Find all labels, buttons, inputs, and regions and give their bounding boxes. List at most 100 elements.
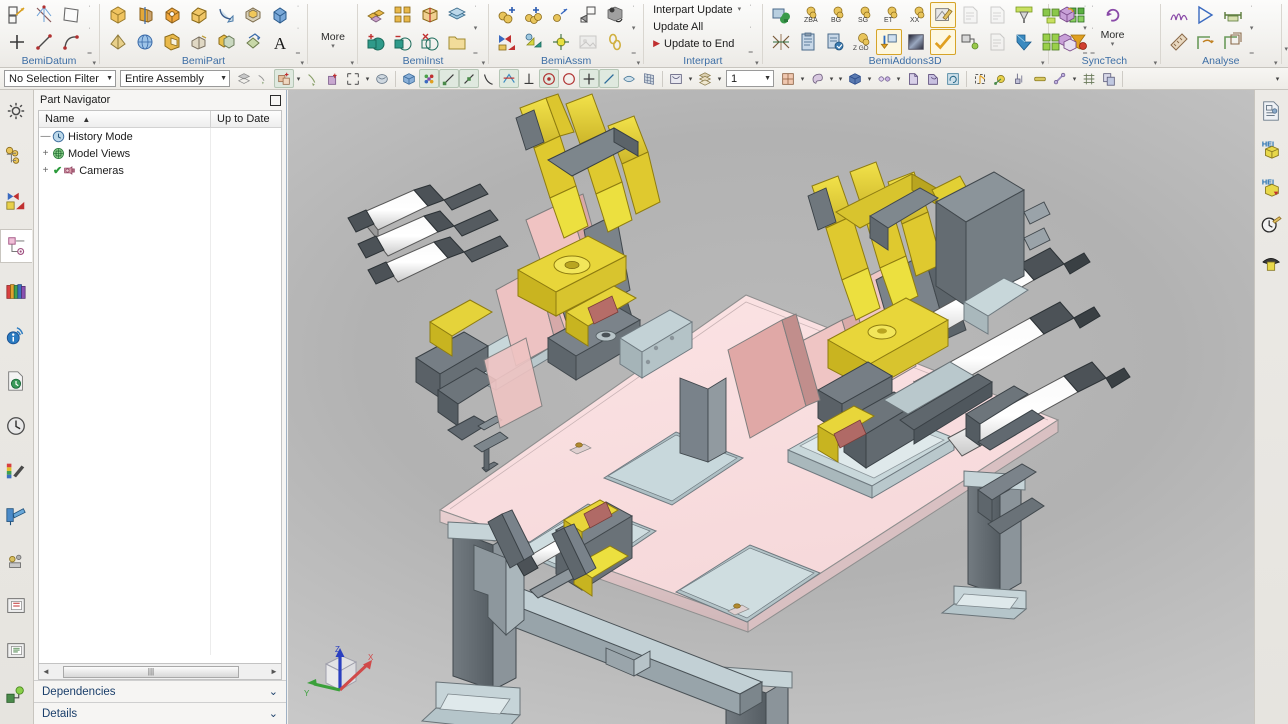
drawing-sheet-icon[interactable] bbox=[1255, 94, 1287, 128]
snap-circle-icon[interactable] bbox=[559, 69, 579, 88]
layer-grid-icon[interactable] bbox=[778, 69, 798, 88]
bemiassm-dialog-launcher[interactable]: ▾ bbox=[637, 59, 641, 67]
draft-icon[interactable] bbox=[186, 29, 212, 55]
render-style-icon[interactable] bbox=[372, 69, 392, 88]
taper-icon[interactable] bbox=[105, 29, 131, 55]
tree-horizontal-scrollbar[interactable]: ◄ ||| ► bbox=[38, 664, 282, 680]
table-row-empty[interactable] bbox=[39, 536, 281, 553]
interpart-update-command[interactable]: Interpart Update ▾ bbox=[649, 1, 745, 18]
table-row-empty[interactable] bbox=[39, 553, 281, 570]
chevron-down-icon[interactable]: ▾ bbox=[798, 75, 807, 83]
offset-solid-icon[interactable] bbox=[240, 29, 266, 55]
constraint-icon[interactable] bbox=[548, 29, 574, 55]
block-icon[interactable] bbox=[159, 2, 185, 28]
interpart-overflow[interactable]: · · bbox=[745, 1, 756, 53]
replace-component-icon[interactable] bbox=[602, 2, 628, 28]
bemiinst-dialog-launcher[interactable]: ▾ bbox=[482, 59, 486, 67]
folder-icon[interactable] bbox=[444, 29, 470, 55]
table-row-empty[interactable] bbox=[39, 247, 281, 264]
sphere-mesh-icon[interactable] bbox=[132, 29, 158, 55]
rotate-view-icon[interactable] bbox=[923, 69, 943, 88]
bemiaddons3d-dialog-launcher[interactable]: ▾ bbox=[1041, 59, 1045, 67]
text-icon[interactable]: A bbox=[267, 29, 293, 55]
table-row-empty[interactable] bbox=[39, 417, 281, 434]
bemiinst-overflow[interactable]: · ▾ bbox=[470, 2, 481, 54]
table-row-empty[interactable] bbox=[39, 315, 281, 332]
shell-icon[interactable] bbox=[240, 2, 266, 28]
tree-expander[interactable]: + bbox=[39, 148, 52, 159]
instance-array-icon[interactable] bbox=[363, 2, 389, 28]
system-settings-icon[interactable] bbox=[0, 94, 32, 128]
mirror-window-icon[interactable] bbox=[494, 29, 520, 55]
clipboard-icon[interactable] bbox=[795, 29, 821, 55]
select-window-icon[interactable] bbox=[343, 69, 363, 88]
check-mark-icon[interactable] bbox=[929, 29, 956, 55]
datum-point-icon[interactable] bbox=[4, 29, 30, 55]
pocket-icon[interactable] bbox=[159, 29, 185, 55]
sweep-icon[interactable] bbox=[213, 2, 239, 28]
cube-icon[interactable] bbox=[267, 2, 293, 28]
layers-icon[interactable] bbox=[444, 2, 470, 28]
sync-face-icon[interactable] bbox=[1054, 2, 1080, 28]
layer-number-dropdown[interactable]: 1 ▼ bbox=[726, 70, 774, 87]
layer-settings-icon[interactable] bbox=[695, 69, 715, 88]
table-row-empty[interactable] bbox=[39, 400, 281, 417]
select-body-icon[interactable] bbox=[254, 69, 274, 88]
lock-part-icon[interactable] bbox=[768, 2, 794, 28]
notes-icon[interactable] bbox=[0, 634, 32, 668]
snap-intersection-icon[interactable] bbox=[499, 69, 519, 88]
table-row-empty[interactable] bbox=[39, 434, 281, 451]
web-browser-icon[interactable] bbox=[0, 589, 32, 623]
image-placeholder-icon[interactable] bbox=[575, 29, 601, 55]
measure-grid-icon[interactable] bbox=[1079, 69, 1099, 88]
select-component-icon[interactable] bbox=[274, 69, 294, 88]
table-row[interactable]: — History Mode bbox=[39, 128, 281, 145]
add-component-icon[interactable] bbox=[494, 2, 520, 28]
teamcenter-icon[interactable] bbox=[0, 679, 32, 713]
distance-measure-icon[interactable] bbox=[1220, 2, 1246, 28]
hei-block-icon[interactable]: HEI bbox=[1255, 132, 1287, 166]
table-row-empty[interactable] bbox=[39, 179, 281, 196]
mill-tool-icon[interactable] bbox=[1011, 2, 1037, 28]
mirror-sketch-icon[interactable] bbox=[768, 29, 794, 55]
toolbar-overflow-icon[interactable]: ▾ bbox=[1273, 75, 1282, 83]
ruler-icon[interactable] bbox=[1166, 29, 1192, 55]
3d-graphics-window[interactable]: Z X Y bbox=[288, 90, 1254, 724]
snap-curve-icon[interactable] bbox=[479, 69, 499, 88]
section-dependencies[interactable]: Dependencies ⌄ bbox=[34, 680, 286, 702]
bemiassm-overflow[interactable]: · ▾ bbox=[628, 2, 639, 54]
table-row-empty[interactable] bbox=[39, 570, 281, 587]
hei-block2-icon[interactable]: HEI bbox=[1255, 170, 1287, 204]
update-all-command[interactable]: Update All bbox=[649, 18, 745, 35]
chevron-down-icon-2[interactable]: ▾ bbox=[836, 75, 845, 83]
select-assembly-icon[interactable] bbox=[323, 69, 343, 88]
delete-instance-icon[interactable] bbox=[417, 29, 443, 55]
table-row-empty[interactable] bbox=[39, 451, 281, 468]
snap-tangent-icon[interactable] bbox=[599, 69, 619, 88]
export-arrow-icon[interactable] bbox=[875, 29, 902, 55]
table-row-empty[interactable] bbox=[39, 519, 281, 536]
scroll-left-arrow-icon[interactable]: ◄ bbox=[39, 667, 53, 676]
more1-dialog-launcher[interactable]: ▾ bbox=[350, 59, 354, 67]
table-row-empty[interactable] bbox=[39, 196, 281, 213]
table-row-empty[interactable] bbox=[39, 349, 281, 366]
scrollbar-thumb[interactable]: ||| bbox=[63, 665, 239, 678]
wcs-dynamic-icon[interactable] bbox=[1010, 69, 1030, 88]
check-mate-icon[interactable] bbox=[0, 499, 32, 533]
more-icon[interactable]: More ▾ bbox=[313, 2, 353, 54]
bemidatum-overflow[interactable]: · · bbox=[84, 2, 95, 54]
chevron-down-icon[interactable]: ▾ bbox=[294, 75, 303, 83]
scrollbar-track[interactable]: ||| bbox=[53, 665, 267, 678]
table-row-empty[interactable] bbox=[39, 587, 281, 604]
snap-arc-center-icon[interactable] bbox=[539, 69, 559, 88]
chamfer-box-icon[interactable] bbox=[186, 2, 212, 28]
wcs-origin-icon[interactable] bbox=[990, 69, 1010, 88]
datum-arc-icon[interactable] bbox=[58, 29, 84, 55]
table-row-empty[interactable] bbox=[39, 298, 281, 315]
measure-angle-icon[interactable] bbox=[1050, 69, 1070, 88]
table-row-empty[interactable] bbox=[39, 213, 281, 230]
shaded-display-icon[interactable] bbox=[845, 69, 865, 88]
refresh-sync-icon[interactable] bbox=[1100, 2, 1126, 26]
part-navigator-icon[interactable] bbox=[0, 229, 32, 263]
mirror-assembly-icon[interactable] bbox=[521, 29, 547, 55]
